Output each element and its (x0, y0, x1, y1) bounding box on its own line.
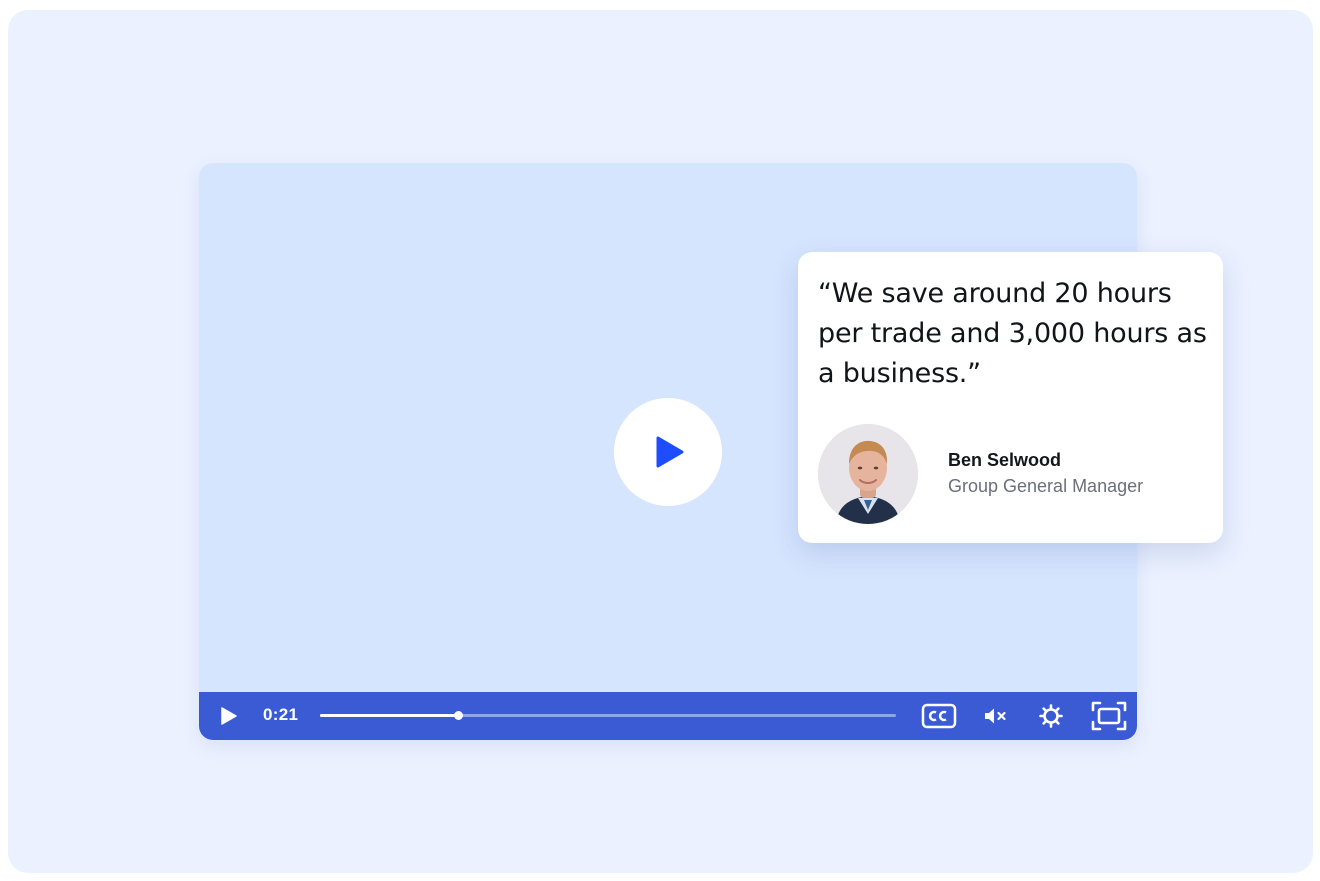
testimonial-card: “We save around 20 hours per trade and 3… (798, 252, 1223, 543)
seek-bar-handle[interactable] (454, 711, 464, 720)
current-time: 0:21 (263, 705, 299, 724)
avatar-photo (818, 424, 918, 524)
author-name: Ben Selwood (948, 450, 1062, 470)
author-role: Group General Manager (948, 476, 1144, 496)
video-control-bar: 0:21 (199, 692, 1137, 740)
captions-button[interactable] (921, 703, 957, 729)
volume-muted-icon (985, 708, 1006, 724)
closed-captions-icon (921, 703, 957, 729)
fullscreen-icon (1091, 701, 1127, 731)
gear-icon (1039, 704, 1063, 728)
seek-bar[interactable] (320, 711, 896, 720)
mute-button[interactable] (983, 705, 1009, 727)
page-background: 0:21 “We save around 20 hours per trade … (8, 10, 1313, 873)
fullscreen-button[interactable] (1091, 701, 1127, 731)
play-icon (656, 436, 684, 468)
big-play-button[interactable] (614, 398, 722, 506)
avatar (818, 424, 918, 524)
seek-bar-progress (320, 714, 459, 717)
play-button[interactable] (217, 705, 239, 727)
settings-button[interactable] (1038, 703, 1064, 729)
play-icon (221, 707, 237, 725)
testimonial-quote: “We save around 20 hours per trade and 3… (818, 278, 1207, 389)
